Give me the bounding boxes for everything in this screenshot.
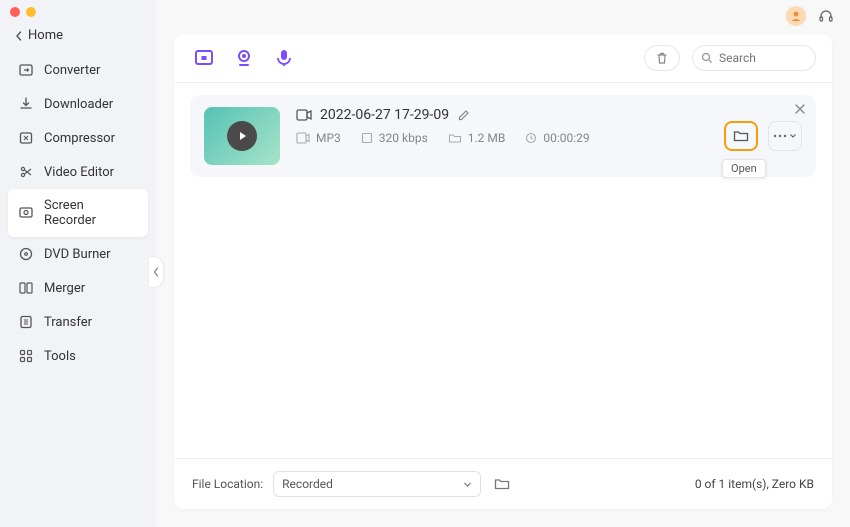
mic-icon [273,47,295,69]
nav-label: Transfer [44,315,92,330]
file-card: 2022-06-27 17-29-09 MP3 320 kbps [190,95,816,177]
file-location-select[interactable]: Recorded [273,471,481,497]
trash-icon [655,51,669,65]
chevron-left-icon [14,31,24,41]
video-icon [296,109,312,121]
download-icon [18,96,34,112]
size-value: 1.2 MB [468,131,506,145]
record-webcam-button[interactable] [230,44,258,72]
nav-label: Downloader [44,97,113,112]
nav-label: DVD Burner [44,247,111,262]
folder-icon [733,129,749,143]
webcam-icon [233,47,255,69]
chevron-down-icon [463,480,472,489]
merge-icon [18,280,34,296]
file-location-value: Recorded [282,477,333,491]
file-title-row: 2022-06-27 17-29-09 [296,107,708,123]
play-icon [236,130,248,142]
nav-dvd-burner[interactable]: DVD Burner [8,237,148,271]
size-icon [448,132,462,144]
home-link[interactable]: Home [0,18,156,53]
nav-label: Converter [44,63,100,78]
format-icon [296,132,310,144]
ellipsis-icon [773,134,787,138]
home-label: Home [28,28,63,43]
grid-icon [18,348,34,364]
minimize-window-button[interactable] [26,7,36,17]
chevron-left-icon [152,267,160,277]
screen-icon [193,47,215,69]
more-actions-button[interactable] [768,121,802,151]
record-audio-button[interactable] [270,44,298,72]
meta-bitrate: 320 kbps [361,131,428,145]
nav-label: Video Editor [44,165,114,180]
open-tooltip: Open [722,159,766,178]
converter-icon [18,62,34,78]
topbar [156,0,850,28]
file-title: 2022-06-27 17-29-09 [320,107,449,123]
record-icon [18,205,34,221]
duration-value: 00:00:29 [543,131,589,145]
disc-icon [18,246,34,262]
nav-label: Screen Recorder [44,198,138,228]
collapse-sidebar-button[interactable] [149,257,163,287]
bitrate-icon [361,132,373,144]
sidebar: Home Converter Downloader Compressor Vid… [0,0,156,527]
transfer-icon [18,314,34,330]
close-window-button[interactable] [10,7,20,17]
chevron-down-icon [789,132,797,140]
delete-button[interactable] [644,45,680,71]
nav-list: Converter Downloader Compressor Video Ed… [0,53,156,373]
support-button[interactable] [816,6,836,26]
nav-downloader[interactable]: Downloader [8,87,148,121]
clock-icon [525,132,537,144]
file-actions: Open [724,107,802,165]
nav-merger[interactable]: Merger [8,271,148,305]
window-controls [0,0,156,18]
edit-icon[interactable] [457,108,471,122]
folder-icon [494,477,510,491]
search-icon [701,52,713,64]
nav-converter[interactable]: Converter [8,53,148,87]
search-input[interactable] [719,51,799,65]
nav-compressor[interactable]: Compressor [8,121,148,155]
file-meta: MP3 320 kbps 1.2 MB 00:00:29 [296,131,708,145]
nav-label: Compressor [44,131,115,146]
nav-video-editor[interactable]: Video Editor [8,155,148,189]
file-list: 2022-06-27 17-29-09 MP3 320 kbps [174,83,832,458]
scissors-icon [18,164,34,180]
headset-icon [818,8,834,24]
footer: File Location: Recorded 0 of 1 item(s), … [174,458,832,509]
open-location-button[interactable] [724,121,758,151]
search-field[interactable] [692,45,816,71]
file-thumbnail[interactable] [204,107,280,165]
format-value: MP3 [316,131,341,145]
status-text: 0 of 1 item(s), Zero KB [695,477,814,491]
content-panel: 2022-06-27 17-29-09 MP3 320 kbps [174,34,832,509]
record-screen-button[interactable] [190,44,218,72]
meta-size: 1.2 MB [448,131,506,145]
nav-screen-recorder[interactable]: Screen Recorder [8,189,148,237]
play-button[interactable] [227,121,257,151]
nav-label: Merger [44,281,85,296]
panel-toolbar [174,34,832,83]
nav-transfer[interactable]: Transfer [8,305,148,339]
bitrate-value: 320 kbps [379,131,428,145]
nav-label: Tools [44,349,76,364]
user-icon [789,9,803,23]
browse-folder-button[interactable] [491,473,513,495]
user-avatar-button[interactable] [786,6,806,26]
file-location-label: File Location: [192,477,263,491]
compress-icon [18,130,34,146]
file-info: 2022-06-27 17-29-09 MP3 320 kbps [296,107,708,165]
nav-tools[interactable]: Tools [8,339,148,373]
main: 2022-06-27 17-29-09 MP3 320 kbps [156,0,850,527]
meta-duration: 00:00:29 [525,131,589,145]
meta-format: MP3 [296,131,341,145]
